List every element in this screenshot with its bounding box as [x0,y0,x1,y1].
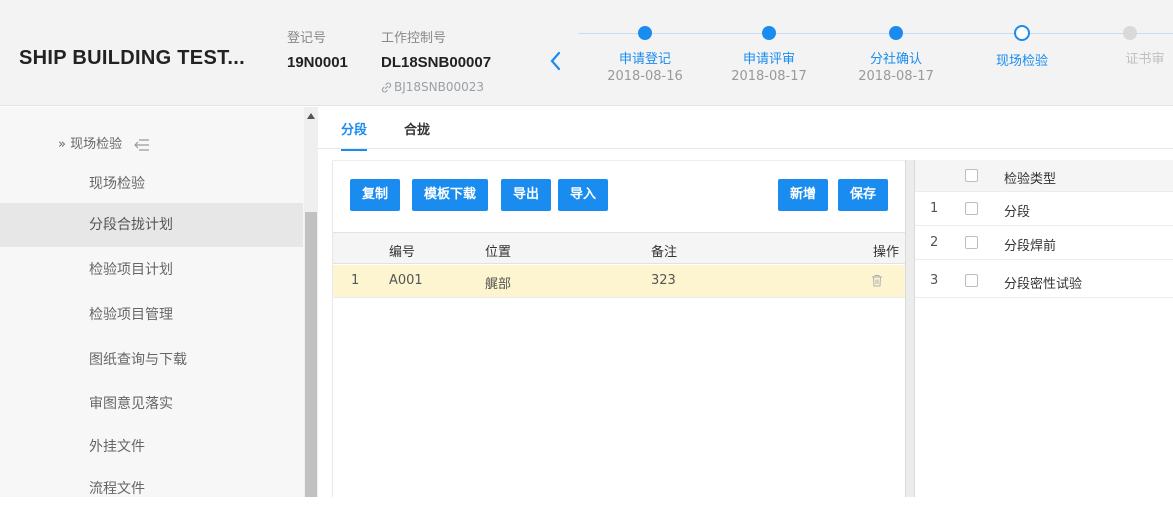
row-index: 1 [351,273,360,288]
registration-number-value: 19N0001 [287,54,348,71]
copy-button[interactable]: 复制 [350,179,401,211]
step-done-dot [638,26,652,40]
top-header: SHIP BUILDING TEST... 登记号 19N0001 工作控制号 … [0,0,1173,106]
tab-block[interactable]: 分段 [341,119,368,151]
trash-icon[interactable] [871,274,883,287]
row-code[interactable]: A001 [389,273,423,288]
step-branch-confirm[interactable]: 分社确认 2018-08-17 [831,26,961,84]
list-item[interactable]: 3 分段密性试验 [915,264,1173,298]
save-button[interactable]: 保存 [838,179,889,211]
step-pending-dot [1123,26,1137,40]
inspection-type-label: 分段焊前 [1004,239,1057,254]
work-control-number-label: 工作控制号 [381,31,447,46]
sidebar-group-label: » 现场检验 [58,137,123,152]
linked-control-number-text: BJ18SNB00023 [394,80,485,94]
step-done-dot [889,26,903,40]
inspection-type-label: 分段 [1004,205,1031,220]
sidebar-item-inspection-management[interactable]: 检验项目管理 [0,293,303,337]
sidebar: » 现场检验 现场检验 分段合拢计划 检验项目计划 检验项目管理 图纸查询与下载… [0,107,318,497]
column-header-remark[interactable]: 备注 [651,241,677,260]
column-header-location[interactable]: 位置 [485,241,511,260]
step-date: 2018-08-17 [858,69,934,84]
row-checkbox[interactable] [965,202,978,215]
link-icon [381,82,392,93]
sidebar-item-review-comments[interactable]: 审图意见落实 [0,382,303,426]
column-header-code[interactable]: 编号 [389,241,415,260]
import-button[interactable]: 导入 [558,179,609,211]
step-label: 申请登记 [618,52,671,67]
project-title: SHIP BUILDING TEST... [19,47,245,69]
sidebar-item-drawing-download[interactable]: 图纸查询与下载 [0,338,303,382]
step-apply-review[interactable]: 申请评审 2018-08-17 [704,26,834,84]
list-item[interactable]: 1 分段 [915,192,1173,226]
sidebar-scroll-thumb[interactable] [305,212,317,497]
work-control-number-value: DL18SNB00007 [381,54,492,71]
back-button[interactable] [544,48,568,74]
row-location[interactable]: 艉部 [485,273,511,292]
row-remark[interactable]: 323 [651,273,676,288]
sidebar-item-process-files[interactable]: 流程文件 [0,467,303,511]
template-download-button[interactable]: 模板下载 [412,179,489,211]
row-checkbox[interactable] [965,274,978,287]
row-index: 1 [930,201,939,216]
step-apply-registration[interactable]: 申请登记 2018-08-16 [580,26,710,84]
row-index: 3 [930,273,939,288]
inspection-type-label: 分段密性试验 [1004,277,1083,292]
column-header-inspection-type[interactable]: 检验类型 [1004,168,1056,187]
sidebar-item-attached-files[interactable]: 外挂文件 [0,425,303,469]
step-current-dot [1014,25,1030,41]
scroll-up-arrow-icon[interactable] [307,113,315,119]
step-date: 2018-08-16 [607,69,683,84]
linked-control-number[interactable]: BJ18SNB00023 [381,80,484,94]
step-certificate-review[interactable]: 证书审 [1065,26,1173,67]
back-chevron-icon [544,48,568,74]
step-date: 2018-08-17 [731,69,807,84]
step-label: 申请评审 [742,52,795,67]
inspection-type-header-row: 检验类型 [915,160,1173,192]
list-item[interactable]: 2 分段焊前 [915,226,1173,260]
step-label: 证书审 [1125,52,1165,67]
step-label: 分社确认 [869,52,922,67]
collapse-menu-icon[interactable] [134,138,150,151]
row-checkbox[interactable] [965,236,978,249]
column-header-action: 操作 [873,245,900,260]
export-button[interactable]: 导出 [501,179,552,211]
row-index: 2 [930,235,939,250]
panel-splitter[interactable] [905,160,915,497]
sidebar-group-site-inspection[interactable]: » 现场检验 [58,133,150,152]
step-done-dot [762,26,776,40]
sidebar-item-inspection-plan[interactable]: 检验项目计划 [0,248,303,292]
tab-closure[interactable]: 合拢 [404,119,430,149]
registration-number-label: 登记号 [287,31,327,46]
sidebar-item-site-inspection[interactable]: 现场检验 [0,162,303,206]
grid-header: 编号 位置 备注 操作 [333,232,905,264]
select-all-checkbox[interactable] [965,169,978,182]
table-row[interactable]: 1 A001 艉部 323 [333,265,905,298]
sidebar-item-block-closure-plan[interactable]: 分段合拢计划 [0,203,303,247]
add-button[interactable]: 新增 [778,179,829,211]
tab-bar: 分段 合拢 [318,107,1173,151]
